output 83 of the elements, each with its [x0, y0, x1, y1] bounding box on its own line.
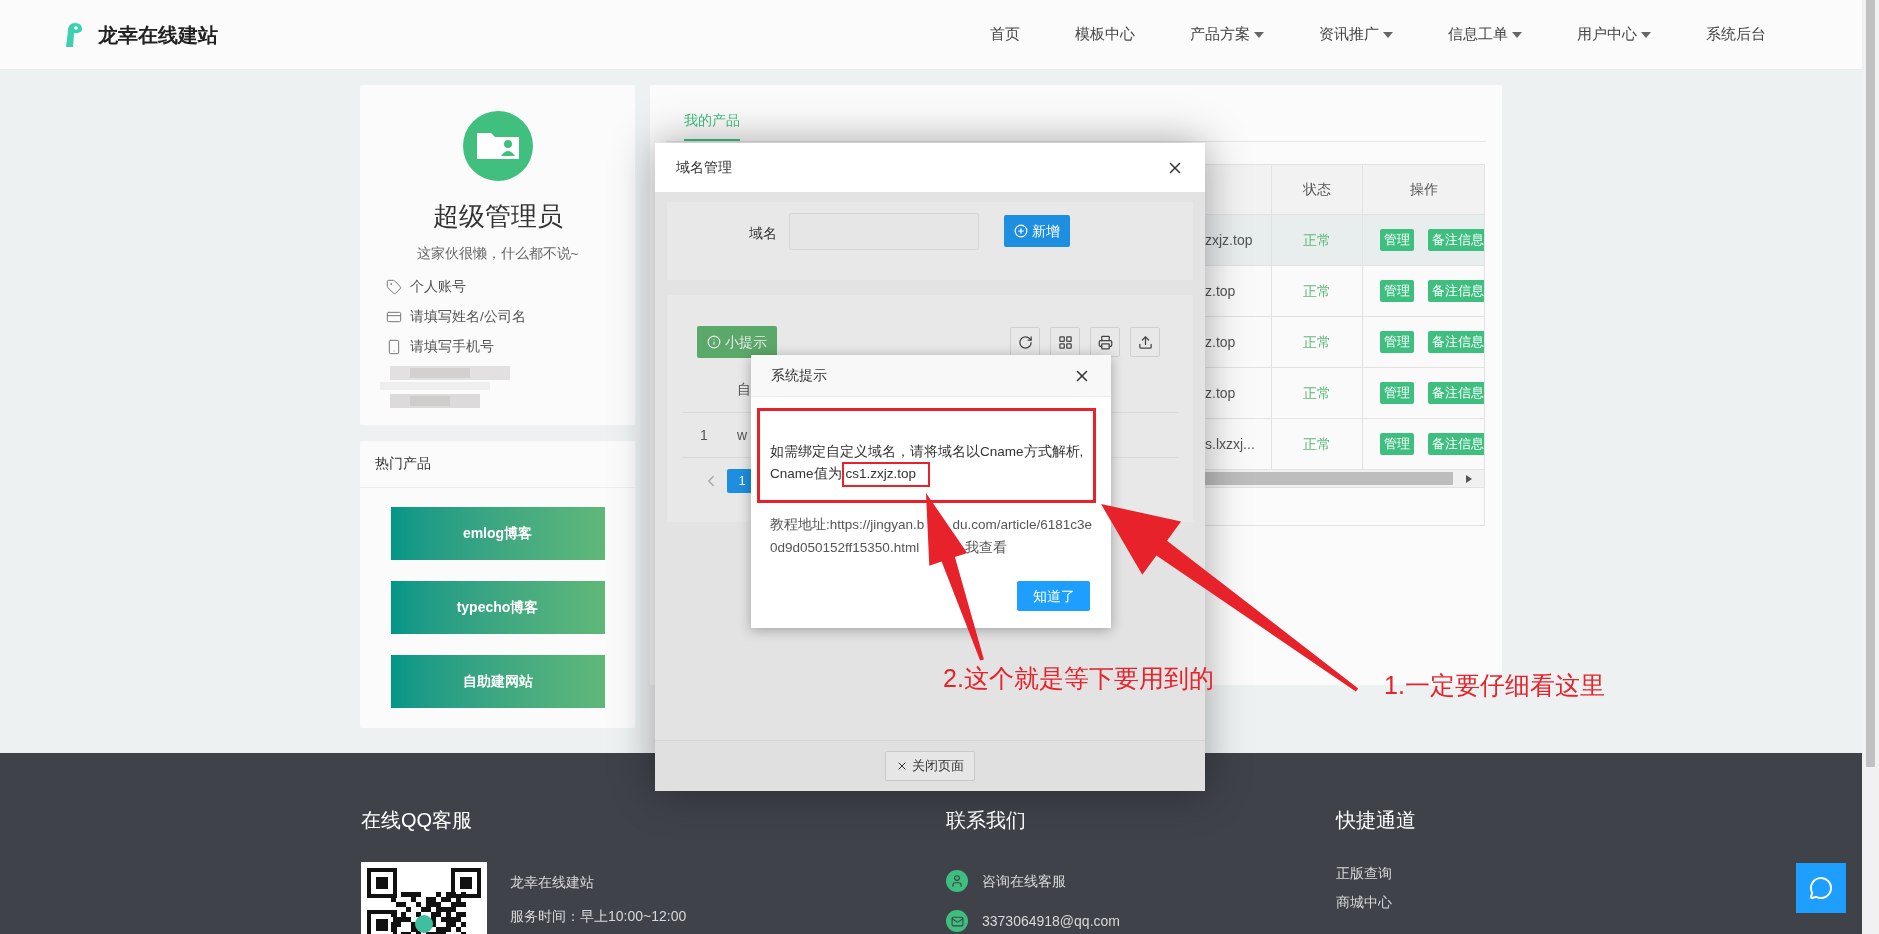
product-button[interactable]: emlog博客	[390, 507, 605, 560]
table-cell-text: z.top	[1205, 281, 1236, 301]
tag-icon	[386, 279, 402, 296]
contact-text[interactable]: 3373064918@qq.com	[982, 910, 1120, 932]
dialog-text: 如需绑定自定义域名，请将域名以Cname方式解析,	[770, 443, 1084, 461]
tutorial-text: du.com/article/6181c3e	[952, 516, 1092, 534]
action-button[interactable]: 备注信息	[1428, 229, 1484, 251]
tutorial-text: 我查看	[965, 539, 1007, 557]
cname-value: cs1.zxjz.top	[845, 465, 917, 484]
status-text: 正常	[1303, 230, 1331, 250]
caret-icon	[1641, 31, 1651, 38]
tip-button[interactable]: 小提示	[697, 326, 777, 358]
column-header: 状态	[1303, 180, 1331, 199]
scrollbar-thumb[interactable]	[1866, 0, 1875, 767]
table-cell-text: z.top	[1205, 332, 1236, 352]
add-button[interactable]: 新增	[1004, 215, 1070, 247]
action-button[interactable]: 管理	[1380, 382, 1414, 404]
action-button[interactable]: 管理	[1380, 280, 1414, 302]
card-title: 热门产品	[375, 454, 431, 473]
action-button[interactable]: 备注信息	[1428, 382, 1484, 404]
dialog-text: Cname值为	[770, 465, 842, 484]
upload-icon[interactable]	[1130, 327, 1160, 357]
close-page-button[interactable]: 关闭页面	[885, 751, 975, 781]
annotation-label: 1.一定要仔细看这里	[1384, 670, 1605, 701]
action-button[interactable]: 管理	[1380, 331, 1414, 353]
column-header: 操作	[1409, 180, 1438, 199]
info-icon	[707, 335, 721, 349]
profile-field: 个人账号	[410, 277, 466, 298]
action-button[interactable]: 备注信息	[1428, 433, 1484, 455]
action-button[interactable]: 管理	[1380, 229, 1414, 251]
action-button[interactable]: 备注信息	[1428, 331, 1484, 353]
caret-icon	[1383, 31, 1393, 38]
nav-link[interactable]: 系统后台	[1706, 23, 1766, 46]
product-button[interactable]: typecho博客	[390, 581, 605, 634]
tutorial-text: 教程地址:https://jingyan.b	[770, 516, 926, 534]
product-button[interactable]: 自助建网站	[390, 655, 605, 708]
status-text: 正常	[1303, 383, 1331, 403]
status-text: 正常	[1303, 332, 1331, 352]
footer-heading: 在线QQ客服	[361, 808, 474, 832]
annotation-label: 2.这个就是等下要用到的	[943, 663, 1214, 694]
tutorial-text: 0d9d050152ff15350.html	[770, 539, 921, 557]
dialog-title: 系统提示	[771, 366, 827, 385]
ok-button[interactable]: 知道了	[1017, 581, 1090, 611]
footer-heading: 快捷通道	[1336, 808, 1416, 832]
caret-icon	[1512, 31, 1522, 38]
tab[interactable]: 我的产品	[684, 103, 740, 141]
nav-link[interactable]: 首页	[990, 23, 1020, 46]
nav-link[interactable]: 信息工单	[1448, 23, 1522, 46]
table-cell-text: zxjz.top	[1205, 230, 1253, 250]
field-label: 域名	[749, 224, 777, 243]
table-cell-text: s.lxzxj...	[1205, 434, 1255, 454]
close-icon	[896, 760, 908, 772]
status-text: 正常	[1303, 281, 1331, 301]
avatar-icon	[462, 111, 533, 181]
caret-icon	[1254, 31, 1264, 38]
table-cell-text: w	[737, 425, 748, 445]
plus-circle-icon	[1014, 224, 1028, 238]
nav-link[interactable]: 模板中心	[1075, 23, 1135, 46]
row-index: 1	[700, 425, 709, 445]
nav-link[interactable]: 产品方案	[1190, 23, 1264, 46]
modal-title: 域名管理	[676, 158, 732, 177]
footer-text: 服务时间：早上10:00~12:00	[510, 907, 687, 926]
nav-link[interactable]: 用户中心	[1577, 23, 1651, 46]
contact-text[interactable]: 咨询在线客服	[982, 870, 1066, 892]
nav-link[interactable]: 资讯推广	[1319, 23, 1393, 46]
brand-name[interactable]: 龙幸在线建站	[98, 19, 218, 50]
footer-heading: 联系我们	[946, 808, 1027, 832]
user-name: 超级管理员	[432, 200, 563, 233]
action-button[interactable]: 管理	[1380, 433, 1414, 455]
status-text: 正常	[1303, 434, 1331, 454]
action-button[interactable]: 备注信息	[1428, 280, 1484, 302]
profile-field: 请填写姓名/公司名	[410, 307, 526, 328]
phone-icon	[386, 339, 402, 356]
chat-icon	[1809, 876, 1833, 900]
column-header: 自	[737, 380, 751, 399]
chat-button[interactable]	[1796, 863, 1846, 913]
footer-link[interactable]: 商城中心	[1336, 892, 1416, 912]
footer-link[interactable]: 正版查询	[1336, 863, 1416, 883]
footer-text: 龙幸在线建站	[510, 873, 595, 892]
profile-field: 请填写手机号	[410, 337, 494, 358]
scroll-right-icon[interactable]	[1466, 474, 1472, 483]
user-motto: 这家伙很懒，什么都不说~	[416, 245, 579, 263]
table-cell-text: z.top	[1205, 383, 1236, 403]
